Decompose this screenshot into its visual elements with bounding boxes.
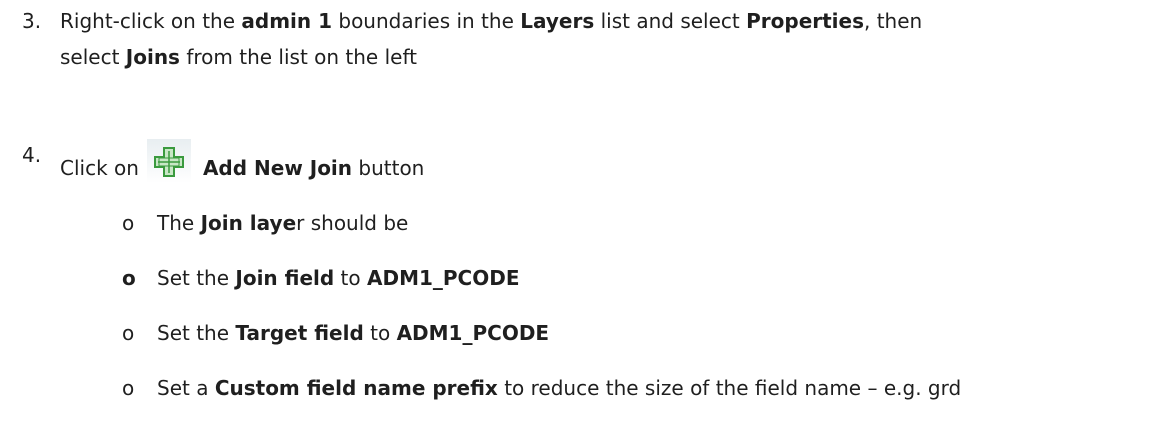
bullet-text: Set a Custom field name prefix to reduce…: [157, 376, 962, 400]
step-4-line: Click on Add New Join button: [60, 139, 424, 184]
bullet-marker: o: [122, 211, 135, 235]
step-3-line-2: select Joins from the list on the left: [60, 45, 417, 69]
bullet-marker: o: [122, 376, 135, 400]
bullet-text: Set the Target field to ADM1_PCODE: [157, 321, 550, 345]
step-number: 4.: [22, 143, 42, 167]
bullet-marker: o: [122, 321, 135, 345]
add-join-plus-icon: [146, 139, 191, 183]
bullet-text: Set the Join field to ADM1_PCODE: [157, 266, 520, 290]
bullet-text: The Join layer should be: [157, 211, 409, 235]
step-number: 3.: [22, 9, 42, 33]
bullet-marker: o: [122, 266, 136, 290]
step-3-line-1: Right-click on the admin 1 boundaries in…: [60, 9, 923, 33]
